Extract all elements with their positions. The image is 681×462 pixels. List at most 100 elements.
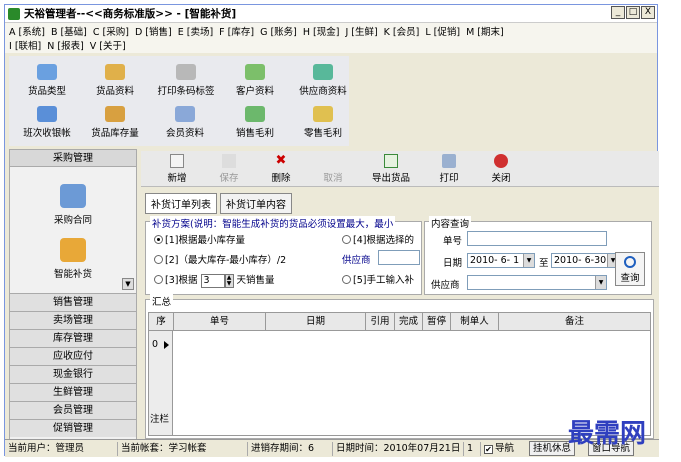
radio-icon (154, 275, 163, 284)
tool-customer-info[interactable]: 客户资料 (221, 64, 289, 97)
date-to-value: 2010- 6-30 (554, 255, 607, 266)
tool-supplier-info[interactable]: 供应商资料 (289, 64, 357, 97)
menu-accounts[interactable]: G [账务] (260, 24, 297, 38)
delete-button[interactable]: ✖ 删除 (255, 151, 307, 186)
col-order-no[interactable]: 单号 (174, 313, 266, 331)
save-button[interactable]: 保存 (203, 151, 255, 186)
query-button[interactable]: 查询 (615, 252, 645, 286)
col-done[interactable]: 完成 (395, 313, 423, 331)
sidebar-cat-fresh[interactable]: 生鲜管理 (10, 383, 136, 401)
menu-system[interactable]: A [系统] (9, 24, 45, 38)
tool-label: 零售毛利 (303, 128, 342, 139)
tool-sales-profit[interactable]: 销售毛利 (221, 106, 289, 139)
option-by-selection[interactable]: [4]根据选择的 (342, 232, 414, 246)
minimize-button[interactable]: _ (611, 6, 625, 19)
watermark-logo: 最需网 (568, 419, 647, 449)
option-manual-input[interactable]: [5]手工输入补 (342, 272, 414, 286)
scroll-down-icon[interactable]: ▼ (122, 278, 134, 290)
col-date[interactable]: 日期 (266, 313, 366, 331)
scheme-legend: 补货方案(说明：智能生成补货的货品必须设置最大，最小 (150, 216, 396, 230)
scheme-supplier-input[interactable] (378, 250, 420, 265)
chevron-down-icon[interactable]: ▼ (523, 254, 534, 267)
menu-basic[interactable]: B [基础] (51, 24, 87, 38)
sidebar-cat-cash-bank[interactable]: 现金银行 (10, 365, 136, 383)
sidebar-cat-promotion[interactable]: 促销管理 (10, 419, 136, 437)
status-user: 当前用户：管理员 (8, 443, 85, 454)
menu-store[interactable]: E [卖场] (178, 24, 213, 38)
menu-sales[interactable]: D [销售] (135, 24, 172, 38)
menu-inventory[interactable]: F [库存] (219, 24, 254, 38)
menu-members[interactable]: K [会员] (384, 24, 420, 38)
sidebar-item-purchase-contract[interactable]: 采购合同 (10, 184, 136, 226)
option-max-min-half[interactable]: [2]（最大库存-最小库存）/2 (154, 252, 286, 266)
tab-order-content[interactable]: 补货订单内容 (220, 193, 292, 214)
printer-icon (442, 154, 456, 168)
col-ref[interactable]: 引用 (366, 313, 395, 331)
close-button[interactable]: 关闭 (475, 151, 527, 186)
chevron-down-icon[interactable]: ▼ (595, 276, 606, 289)
query-supplier-label: 供应商 (431, 280, 460, 291)
title-bar: 天裕管理者--<<商务标准版>> - [智能补货] _ □ X (5, 5, 657, 23)
close-label: 关闭 (491, 173, 511, 184)
query-supplier-select[interactable]: ▼ (467, 275, 607, 290)
sidebar-header-purchase[interactable]: 采购管理 (10, 150, 136, 167)
days-input[interactable]: 3 (200, 273, 225, 288)
close-window-button[interactable]: X (641, 6, 655, 19)
cancel-button[interactable]: 取消 (307, 151, 359, 186)
date-from-select[interactable]: 2010- 6- 1 ▼ (467, 253, 535, 268)
tab-order-list[interactable]: 补货订单列表 (145, 193, 217, 214)
date-to-select[interactable]: 2010- 6-30 ▼ (551, 253, 619, 268)
days-stepper[interactable]: ▲ ▼ (224, 273, 234, 288)
order-no-input[interactable] (467, 231, 607, 246)
sidebar-item-smart-replenish[interactable]: 智能补货 (10, 238, 136, 280)
option-label: [3]根据 (165, 275, 198, 286)
col-maker[interactable]: 制单人 (451, 313, 499, 331)
window-controls: _ □ X (611, 6, 655, 19)
tool-print-barcode[interactable]: 打印条码标签 (147, 64, 225, 97)
tool-goods-type[interactable]: 货品类型 (13, 64, 81, 97)
print-button[interactable]: 打印 (423, 151, 475, 186)
col-remark[interactable]: 备注 (499, 313, 650, 331)
main-panel: 新增 保存 ✖ 删除 取消 导出货品 打印 关闭 补货订单列表 补货订单内容 补货… (141, 151, 659, 441)
col-seq[interactable]: 序 (149, 313, 174, 331)
tool-retail-profit[interactable]: 零售毛利 (289, 106, 357, 139)
sidebar-cat-inventory[interactable]: 库存管理 (10, 329, 136, 347)
cancel-icon (326, 154, 340, 168)
grid-header: 序 单号 日期 引用 完成 暂停 制单人 备注 (149, 313, 650, 331)
option-days-sales[interactable]: [3]根据 3 ▲ ▼ 天销售量 (154, 272, 275, 288)
sidebar-cat-members[interactable]: 会员管理 (10, 401, 136, 419)
sidebar-item-label: 采购合同 (53, 215, 92, 226)
tool-shift-cash[interactable]: 班次收银帐 (13, 106, 81, 139)
sidebar-cat-sales[interactable]: 销售管理 (10, 293, 136, 311)
export-goods-button[interactable]: 导出货品 (359, 151, 423, 186)
sidebar-cat-store[interactable]: 卖场管理 (10, 311, 136, 329)
menu-purchase[interactable]: C [采购] (93, 24, 129, 38)
col-paused[interactable]: 暂停 (423, 313, 451, 331)
menu-about[interactable]: V [关于] (90, 38, 126, 52)
add-button[interactable]: 新增 (151, 151, 203, 186)
menu-reports[interactable]: N [报表] (47, 38, 84, 52)
option-min-stock[interactable]: [1]根据最小库存量 (154, 232, 245, 246)
menu-cash[interactable]: H [现金] (303, 24, 340, 38)
tool-goods-info[interactable]: 货品资料 (81, 64, 149, 97)
customer-icon (245, 64, 265, 80)
tool-label: 货品类型 (27, 86, 66, 97)
window-title: 天裕管理者--<<商务标准版>> - [智能补货] (24, 8, 237, 20)
menu-promotion[interactable]: L [促销] (425, 24, 460, 38)
tool-goods-stock[interactable]: 货品库存量 (81, 106, 149, 139)
status-datetime: 日期时间：2010年07月21日 (332, 442, 460, 456)
tool-member-info[interactable]: 会员资料 (151, 106, 219, 139)
goods-type-icon (37, 64, 57, 80)
menu-fresh[interactable]: J [生鲜] (345, 24, 377, 38)
sidebar-item-label: 智能补货 (53, 269, 92, 280)
replenish-icon (60, 238, 86, 262)
nav-toggle[interactable]: ✔ 导航 (480, 442, 514, 456)
status-page: 1 (463, 442, 473, 456)
maximize-button[interactable]: □ (626, 6, 640, 19)
menu-bar: A [系统] B [基础] C [采购] D [销售] E [卖场] F [库存… (5, 23, 657, 53)
summary-legend: 汇总 (150, 294, 174, 308)
menu-link[interactable]: I [联相] (9, 38, 41, 52)
tool-label: 货品资料 (95, 86, 134, 97)
menu-period-end[interactable]: M [期末] (466, 24, 504, 38)
sidebar-cat-receivable[interactable]: 应收应付 (10, 347, 136, 365)
